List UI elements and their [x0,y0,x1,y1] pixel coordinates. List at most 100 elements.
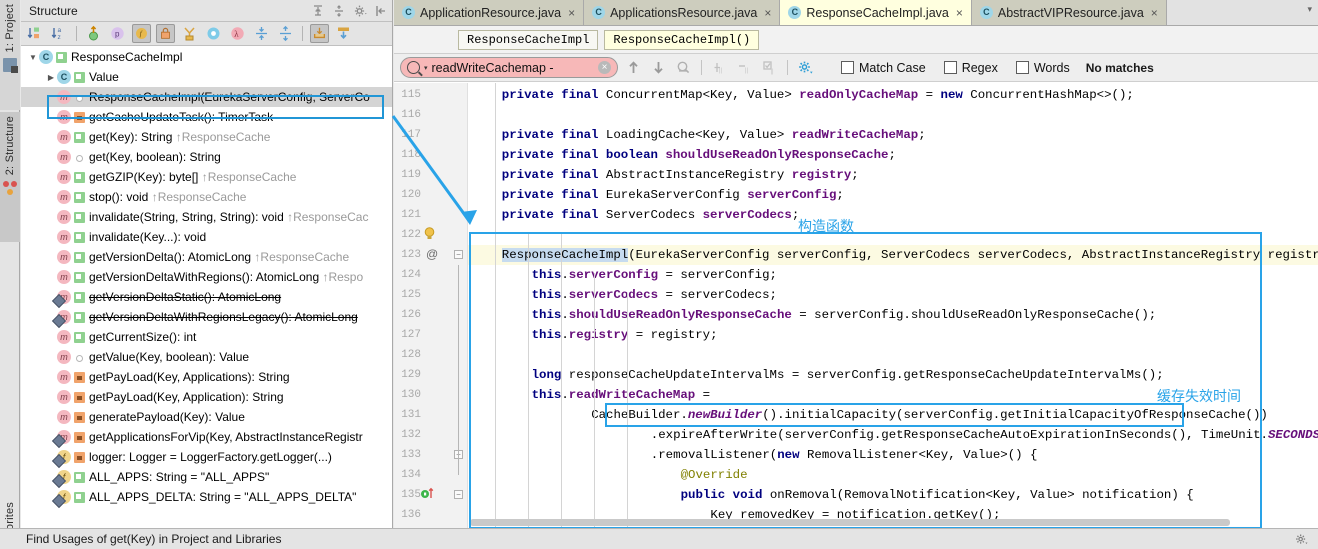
structure-tree-item[interactable]: m get(Key): String ↑ResponseCache [21,127,392,147]
sidebar-tab-project[interactable]: 1: Project [0,0,20,110]
structure-tree-item[interactable]: m getVersionDelta(): AtomicLong ↑Response… [21,247,392,267]
chevron-down-icon[interactable]: ▼ [27,53,39,62]
structure-tree-item[interactable]: m getVersionDeltaWithRegionsLegacy(): Ato… [21,307,392,327]
show-properties-icon[interactable]: p [108,24,127,43]
structure-tree-item[interactable]: m invalidate(String, String, String): voi… [21,207,392,227]
structure-tree-item[interactable]: m ResponseCacheImpl(EurekaServerConfig, S… [21,87,392,107]
code-fold-toggle[interactable]: − [454,490,463,499]
code-line[interactable]: private final EurekaServerConfig serverC… [502,185,844,205]
code-line[interactable]: this.registry = registry; [532,325,718,345]
run-and-override-gutter-icon[interactable] [420,487,434,503]
find-all-icon[interactable] [674,58,693,77]
code-line[interactable]: private final AbstractInstanceRegistry r… [502,165,859,185]
structure-tree-item[interactable]: m getCacheUpdateTask(): TimerTask [21,107,392,127]
code-line[interactable]: this.serverCodecs = serverCodecs; [532,285,777,305]
structure-tree-item[interactable]: m getCurrentSize(): int [21,327,392,347]
code-editor[interactable]: 115 116 117 118 119 120 121 122 123 124 125 126 127 1… [394,83,1318,528]
show-non-public-icon[interactable] [156,24,175,43]
sort-alphabetically-icon[interactable]: az [50,24,69,43]
horizontal-scrollbar[interactable] [470,519,1230,526]
settings-gear-icon[interactable] [1295,533,1308,546]
override-gutter-icon[interactable]: @ [426,247,438,261]
structure-tree-item[interactable]: m stop(): void ↑ResponseCache [21,187,392,207]
close-icon[interactable]: × [1151,6,1158,20]
add-selection-icon[interactable]: || [710,58,729,77]
structure-tree-item[interactable]: m generatePayload(Key): Value [21,407,392,427]
code-line[interactable]: .removalListener(new RemovalListener<Key… [651,445,1038,465]
collapse-all-tree-icon[interactable] [276,24,295,43]
match-case-box[interactable] [841,61,854,74]
expand-all-tree-icon[interactable] [252,24,271,43]
close-icon[interactable]: × [568,6,575,20]
code-line[interactable]: .expireAfterWrite(serverConfig.getRespon… [651,425,1318,445]
remove-selection-icon[interactable]: || [735,58,754,77]
structure-tree-item[interactable]: m getPayLoad(Key, Applications): String [21,367,392,387]
sidebar-tab-structure[interactable]: 2: Structure [0,112,20,242]
sort-by-visibility-icon[interactable] [26,24,45,43]
code-line[interactable]: public void onRemoval(RemovalNotificatio… [681,485,1194,505]
structure-tree-item[interactable]: m get(Key, boolean): String [21,147,392,167]
chevron-down-icon[interactable]: ▾ [424,64,428,72]
expand-all-icon[interactable] [311,4,325,18]
collapse-all-icon[interactable] [332,4,346,18]
structure-tree[interactable]: ▼ C ResponseCacheImpl ▶ C Value m ResponseCache… [21,47,392,528]
regex-checkbox[interactable]: Regex [943,61,998,75]
code-line[interactable]: this.readWriteCacheMap = [532,385,710,405]
breadcrumb-item[interactable]: ResponseCacheImpl() [604,29,760,50]
editor-gutter[interactable]: 115 116 117 118 119 120 121 122 123 124 125 126 127 1… [394,83,468,528]
editor-tab[interactable]: C ApplicationResource.java × [394,0,585,25]
breadcrumb[interactable]: ResponseCacheImpl ResponseCacheImpl() [394,26,1318,54]
autoscroll-from-source-icon[interactable] [310,24,329,43]
structure-tree-item[interactable]: ▶ C Value [21,67,392,87]
find-settings-gear-icon[interactable] [796,58,815,77]
settings-gear-icon[interactable] [353,4,367,18]
regex-box[interactable] [943,61,957,74]
code-line[interactable]: this.serverConfig = serverConfig; [532,265,777,285]
show-inherited-icon[interactable] [84,24,103,43]
match-case-checkbox[interactable]: Match Case [841,61,926,75]
code-lines[interactable]: private final ConcurrentMap<Key, Value> … [468,83,1318,528]
intention-bulb-icon[interactable] [424,227,435,243]
clear-search-icon[interactable]: × [598,61,611,74]
find-next-icon[interactable] [649,58,668,77]
show-lambdas-icon[interactable]: λ [228,24,247,43]
code-line[interactable]: CacheBuilder.newBuilder().initialCapacit… [591,405,1268,425]
code-line[interactable]: private final ServerCodecs serverCodecs; [502,205,799,225]
autoscroll-to-source-icon[interactable] [334,24,353,43]
editor-tab[interactable]: C ApplicationsResource.java × [584,0,781,25]
hide-panel-icon[interactable] [374,4,388,18]
code-line[interactable]: private final boolean shouldUseReadOnlyR… [502,145,896,165]
editor-tab[interactable]: C AbstractVIPResource.java × [971,0,1167,25]
close-icon[interactable]: × [956,6,963,20]
code-line[interactable]: private final ConcurrentMap<Key, Value> … [502,85,1134,105]
breadcrumb-item[interactable]: ResponseCacheImpl [458,29,599,50]
find-previous-icon[interactable] [624,58,643,77]
structure-tree-item[interactable]: m getVersionDeltaWithRegions(): AtomicLon… [21,267,392,287]
code-line[interactable]: private final LoadingCache<Key, Value> r… [502,125,926,145]
structure-tree-item[interactable]: ▼ C ResponseCacheImpl [21,47,392,67]
structure-tree-item[interactable]: f logger: Logger = LoggerFactory.getLogge… [21,447,392,467]
editor-tab-bar[interactable]: C ApplicationResource.java × C ApplicationsR… [394,0,1318,26]
code-line[interactable]: @Override [681,465,748,485]
structure-tree-item[interactable]: m getPayLoad(Key, Application): String [21,387,392,407]
structure-tree-item[interactable]: m invalidate(Key...): void [21,227,392,247]
words-checkbox[interactable]: Words [1015,61,1070,75]
show-interfaces-icon[interactable] [204,24,223,43]
search-input[interactable]: ▾ readWriteCachemap - × [400,57,618,78]
show-fields-icon[interactable]: f [132,24,151,43]
structure-tree-item[interactable]: m getVersionDeltaStatic(): AtomicLong [21,287,392,307]
structure-tree-item[interactable]: m getValue(Key, boolean): Value [21,347,392,367]
chevron-right-icon[interactable]: ▶ [45,73,57,82]
structure-tree-item[interactable]: f ALL_APPS: String = "ALL_APPS" [21,467,392,487]
show-anonymous-classes-icon[interactable] [180,24,199,43]
code-fold-toggle[interactable]: − [454,250,463,259]
code-line[interactable]: this.shouldUseReadOnlyResponseCache = se… [532,305,1157,325]
words-box[interactable] [1015,61,1029,74]
structure-tree-item[interactable]: m getGZIP(Key): byte[] ↑ResponseCache [21,167,392,187]
code-line[interactable]: ResponseCacheImpl(EurekaServerConfig ser… [501,245,1318,265]
select-all-occurrences-icon[interactable]: || [760,58,779,77]
structure-tree-item[interactable]: m getApplicationsForVip(Key, AbstractInst… [21,427,392,447]
structure-tree-item[interactable]: f ALL_APPS_DELTA: String = "ALL_APPS_DELT… [21,487,392,507]
tab-bar-overflow[interactable] [1166,0,1318,25]
editor-tab[interactable]: C ResponseCacheImpl.java × [780,0,972,25]
